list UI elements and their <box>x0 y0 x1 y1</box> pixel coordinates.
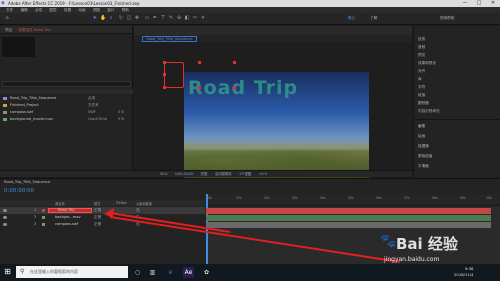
annotation-arrow-head <box>104 208 114 218</box>
annotation-arrow-line <box>109 212 231 233</box>
windows-start-icon[interactable]: ⊞ <box>2 266 13 278</box>
taskbar-search-input[interactable]: ⚲ 在这里输入你要搜索的内容 <box>16 266 128 278</box>
search-icon: ⚲ <box>20 268 25 275</box>
taskbar: ⊞ ⚲ 在这里输入你要搜索的内容 ○ ▥ e Ae ✿ 9:38 2018/11… <box>0 264 500 281</box>
annotation-arrow-line <box>109 216 401 263</box>
system-clock[interactable]: 9:38 2018/11/4 <box>454 266 473 277</box>
annotation-arrows <box>104 208 401 263</box>
edge-icon[interactable]: e <box>165 267 176 278</box>
app-icon[interactable]: ✿ <box>201 267 212 278</box>
cortana-icon[interactable]: ○ <box>132 267 143 278</box>
after-effects-icon[interactable]: Ae <box>183 267 194 278</box>
task-view-icon[interactable]: ▥ <box>147 267 158 278</box>
